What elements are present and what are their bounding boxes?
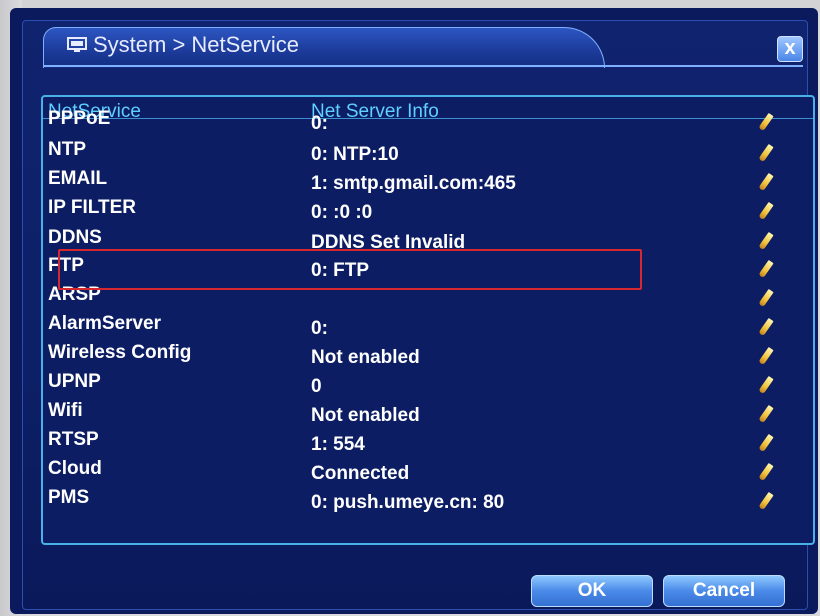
monitor-icon — [67, 37, 87, 53]
table-row[interactable]: EMAIL 1: smtp.gmail.com:465 — [43, 168, 813, 196]
service-name: NTP — [48, 139, 86, 160]
table-row[interactable]: NTP 0: NTP:10 — [43, 139, 813, 167]
title-bar-line — [43, 65, 803, 67]
netservice-table: NetService Net Server Info PPPoE 0: NTP 0: … — [41, 95, 815, 545]
table-row[interactable]: Wifi Not enabled — [43, 400, 813, 428]
service-name: RTSP — [48, 429, 99, 450]
cancel-button[interactable]: Cancel — [663, 575, 785, 607]
service-name: AlarmServer — [48, 313, 162, 334]
table-row[interactable]: AlarmServer 0: — [43, 313, 813, 341]
window-title: System > NetService — [93, 32, 300, 57]
service-info: Not enabled — [311, 347, 420, 368]
service-name: EMAIL — [48, 168, 108, 189]
pencil-icon[interactable] — [758, 172, 774, 192]
service-name: IP FILTER — [48, 197, 136, 218]
service-name: UPNP — [48, 371, 101, 392]
netservice-dialog: System > NetService NetService Net Serve… — [22, 20, 815, 610]
service-name: PPPoE — [48, 108, 111, 129]
service-name: Cloud — [48, 458, 102, 479]
pencil-icon[interactable] — [758, 346, 774, 366]
service-name: Wifi — [48, 400, 83, 421]
ok-button[interactable]: OK — [531, 575, 653, 607]
pencil-icon[interactable] — [758, 231, 774, 251]
service-info: 0: — [311, 318, 328, 339]
table-row[interactable]: UPNP 0 — [43, 371, 813, 399]
selected-row-highlight — [58, 249, 642, 290]
dvr-screen: System > NetService NetService Net Serve… — [10, 8, 818, 614]
service-info: 0: NTP:10 — [311, 144, 399, 165]
table-row[interactable]: RTSP 1: 554 — [43, 429, 813, 457]
table-row[interactable]: PMS 0: push.umeye.cn: 80 — [43, 487, 813, 515]
pencil-icon[interactable] — [758, 375, 774, 395]
service-info: 0: push.umeye.cn: 80 — [311, 492, 505, 513]
pencil-icon[interactable] — [758, 404, 774, 424]
service-name: DDNS — [48, 227, 102, 248]
service-name: PMS — [48, 487, 90, 508]
pencil-icon[interactable] — [758, 462, 774, 482]
table-row[interactable]: IP FILTER 0: :0 :0 — [43, 197, 813, 225]
table-row[interactable]: Cloud Connected — [43, 458, 813, 486]
pencil-icon[interactable] — [758, 491, 774, 511]
table-row[interactable]: PPPoE 0: — [43, 108, 813, 136]
pencil-icon[interactable] — [758, 317, 774, 337]
close-icon[interactable]: x — [777, 36, 803, 62]
pencil-icon[interactable] — [758, 143, 774, 163]
service-info: Connected — [311, 463, 410, 484]
service-info: 1: smtp.gmail.com:465 — [311, 173, 516, 194]
service-info: 0 — [311, 376, 322, 397]
service-info: 1: 554 — [311, 434, 365, 455]
pencil-icon[interactable] — [758, 259, 774, 279]
service-name: Wireless Config — [48, 342, 192, 363]
pencil-icon[interactable] — [758, 201, 774, 221]
service-info: 0: — [311, 113, 328, 134]
pencil-icon[interactable] — [758, 112, 774, 132]
pencil-icon[interactable] — [758, 433, 774, 453]
table-row[interactable]: Wireless Config Not enabled — [43, 342, 813, 370]
service-info: Not enabled — [311, 405, 420, 426]
pencil-icon[interactable] — [758, 288, 774, 308]
service-info: 0: :0 :0 — [311, 202, 373, 223]
